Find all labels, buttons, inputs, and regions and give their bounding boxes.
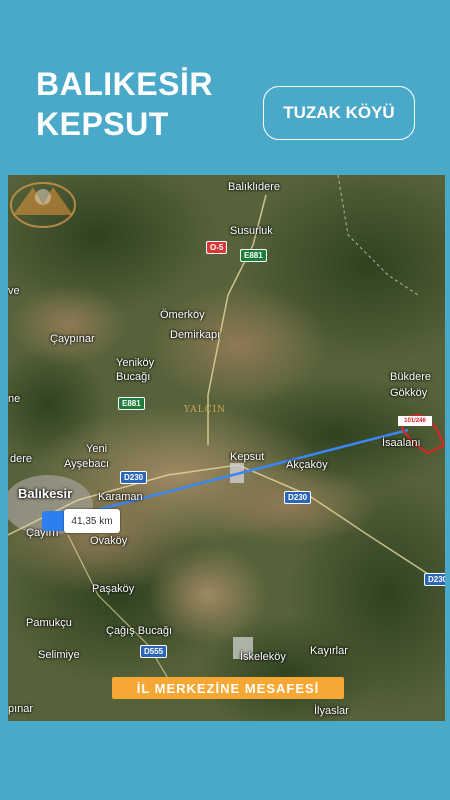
place-label: Akçaköy <box>286 459 328 471</box>
route-start-marker[interactable] <box>42 511 64 531</box>
place-label: dere <box>10 453 33 465</box>
distance-label: 41,35 km <box>64 509 120 533</box>
place-label: Gökköy <box>390 387 428 399</box>
place-label: Çağış Bucağı <box>106 625 173 637</box>
place-label: Susurluk <box>230 225 273 237</box>
road-shield: D555 <box>140 645 168 658</box>
place-label: İskeleköy <box>240 651 286 663</box>
place-label: ve <box>8 285 20 297</box>
page-title: BALIKESİR KEPSUT <box>36 64 213 144</box>
watermark-logo-icon <box>10 182 76 228</box>
road-shield: D230 <box>284 491 312 504</box>
village-tag-button[interactable]: TUZAK KÖYÜ <box>263 86 415 140</box>
watermark-text: YALÇIN <box>184 405 227 415</box>
place-label: Balıklıdere <box>228 181 280 193</box>
place-label: İlyaslar <box>314 705 349 717</box>
road-shield: E881 <box>240 249 267 262</box>
road-shield: O-5 <box>206 241 228 254</box>
satellite-map[interactable]: YALÇIN Balıklıdere Susurluk Ömerköy Demi… <box>8 175 445 721</box>
place-label: pınar <box>8 703 34 715</box>
place-label: Pamukçu <box>26 617 72 629</box>
place-label: Çaypınar <box>50 333 95 345</box>
place-label: Karaman <box>98 491 143 503</box>
map-terrain <box>8 175 445 721</box>
place-label: Yeniköy <box>116 357 155 369</box>
place-label: Bükdere <box>390 371 431 383</box>
place-label: İsaalanı <box>382 437 421 449</box>
place-label: Ovaköy <box>90 535 128 547</box>
title-line-district: KEPSUT <box>36 106 169 142</box>
place-label: Kepsut <box>230 451 265 463</box>
road-shield: D230 <box>120 471 148 484</box>
place-label: Yeni <box>86 443 108 455</box>
place-label: Demirkapı <box>170 329 221 341</box>
place-label: Bucağı <box>116 371 151 383</box>
road-shield: D230 <box>424 573 445 586</box>
place-label: Ayşebacı <box>64 458 110 470</box>
place-label: ne <box>8 393 21 405</box>
place-label: Selimiye <box>38 649 80 661</box>
title-line-province: BALIKESİR <box>36 66 213 102</box>
place-label-city: Balıkesir <box>18 486 73 501</box>
place-label: Ömerköy <box>160 309 205 321</box>
place-label: Kayırlar <box>310 645 348 657</box>
map-caption: İL MERKEZİNE MESAFESİ <box>112 677 344 699</box>
parcel-tag: 101/246 <box>398 416 432 426</box>
road-shield: E881 <box>118 397 145 410</box>
place-label: Paşaköy <box>92 583 135 595</box>
